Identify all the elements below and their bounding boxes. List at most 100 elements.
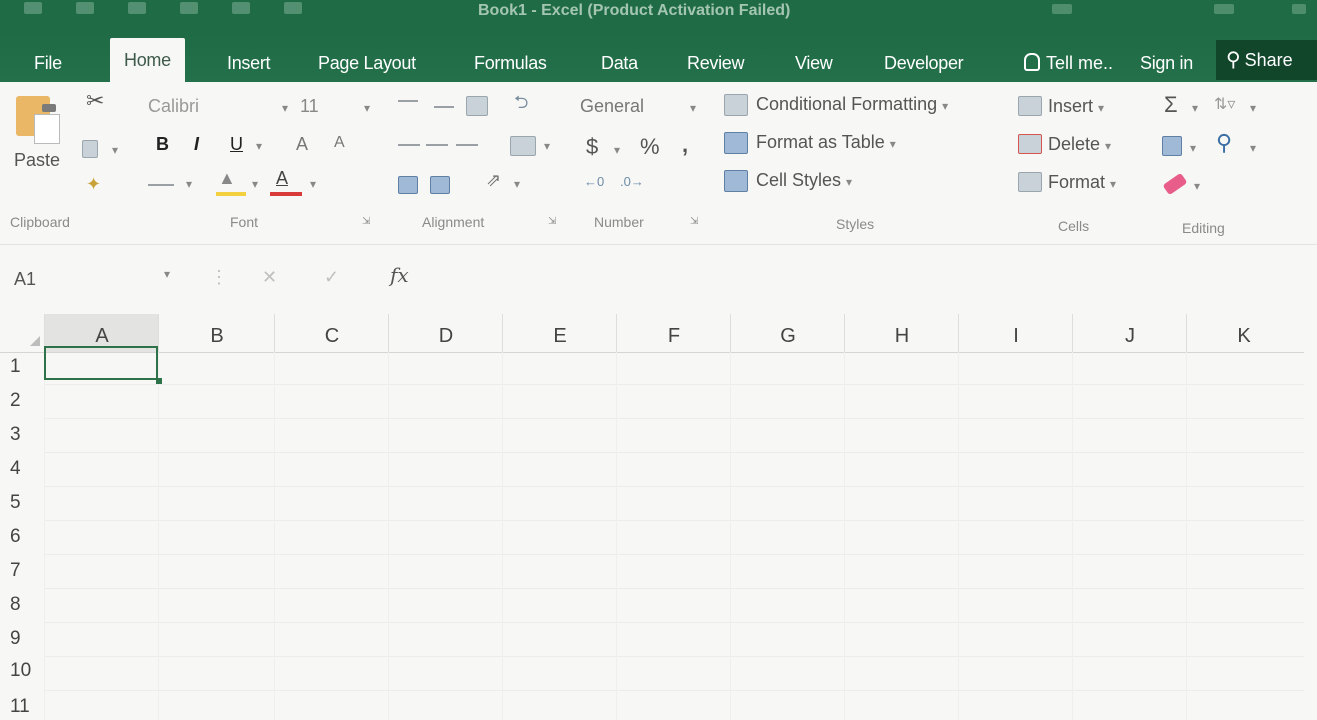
increase-decimal-icon[interactable]: ←0 — [584, 174, 604, 189]
tab-page-layout[interactable]: Page Layout — [318, 48, 416, 82]
tab-file[interactable]: File — [34, 48, 62, 82]
row-header-7[interactable]: 7 — [0, 554, 40, 588]
share-button[interactable]: ⚲ Share — [1216, 40, 1317, 80]
percent-button[interactable]: % — [640, 134, 660, 160]
align-right-icon[interactable] — [456, 144, 478, 146]
find-select-dropdown-icon[interactable]: ▾ — [1250, 136, 1256, 157]
row-header-3[interactable]: 3 — [0, 418, 40, 452]
row-header-9[interactable]: 9 — [0, 622, 40, 656]
table-icon[interactable] — [284, 2, 302, 14]
fill-handle[interactable] — [156, 378, 162, 384]
row-header-10[interactable]: 10 — [0, 654, 40, 688]
font-size-box[interactable]: 11 — [300, 96, 319, 117]
clear-eraser-icon[interactable] — [1162, 172, 1188, 196]
underline-dropdown-icon[interactable]: ▾ — [256, 134, 262, 155]
quick-access-customize-icon[interactable] — [180, 2, 198, 14]
active-cell-a1[interactable] — [44, 346, 158, 380]
sort-filter-dropdown-icon[interactable]: ▾ — [1250, 96, 1256, 117]
merge-center-icon[interactable] — [510, 136, 536, 156]
insert-function-button[interactable]: fx — [390, 263, 409, 287]
sign-in-link[interactable]: Sign in — [1140, 48, 1193, 82]
comma-button[interactable]: , — [682, 132, 688, 158]
tab-formulas[interactable]: Formulas — [474, 48, 547, 82]
form-icon[interactable] — [232, 2, 250, 14]
minimize-icon[interactable] — [1214, 4, 1234, 14]
font-size-dropdown-icon[interactable]: ▾ — [364, 96, 370, 117]
row-header-6[interactable]: 6 — [0, 520, 40, 554]
font-color-dropdown-icon[interactable]: ▾ — [310, 172, 316, 193]
decrease-indent-icon[interactable] — [398, 176, 418, 194]
name-box[interactable]: A1 — [14, 269, 36, 290]
tab-home[interactable]: Home — [110, 38, 185, 82]
undo-icon[interactable] — [76, 2, 94, 14]
number-format-box[interactable]: General — [580, 96, 644, 117]
increase-font-size-button[interactable]: A — [296, 134, 308, 155]
increase-indent-icon[interactable] — [430, 176, 450, 194]
orientation-icon[interactable]: ⇗ — [486, 170, 501, 191]
middle-align-icon[interactable] — [434, 106, 454, 108]
fill-icon[interactable] — [1162, 136, 1182, 156]
confirm-entry-icon[interactable]: ✓ — [324, 267, 339, 288]
orientation-dropdown-icon[interactable]: ▾ — [514, 172, 520, 193]
font-color-button[interactable]: A — [276, 168, 288, 189]
tab-review[interactable]: Review — [687, 48, 745, 82]
cell-styles-button[interactable]: Cell Styles ▾ — [756, 170, 852, 191]
decrease-decimal-icon[interactable]: .0→ — [620, 174, 644, 189]
save-icon[interactable] — [24, 2, 42, 14]
borders-dropdown-icon[interactable]: ▾ — [186, 172, 192, 193]
ribbon-display-options-icon[interactable] — [1052, 4, 1072, 14]
bottom-align-icon[interactable] — [466, 96, 488, 116]
borders-icon[interactable] — [148, 184, 174, 186]
format-as-table-button[interactable]: Format as Table ▾ — [756, 132, 896, 153]
sort-filter-icon[interactable]: ⇅▿ — [1214, 94, 1235, 114]
italic-button[interactable]: I — [194, 134, 199, 155]
formula-input[interactable] — [430, 263, 1290, 289]
conditional-formatting-button[interactable]: Conditional Formatting ▾ — [756, 94, 948, 115]
tell-me-box[interactable]: Tell me.. — [1024, 48, 1113, 78]
fill-dropdown-icon[interactable]: ▾ — [1190, 136, 1196, 157]
wrap-text-icon[interactable]: ⮌ — [514, 90, 528, 120]
align-left-icon[interactable] — [398, 144, 420, 146]
autosum-dropdown-icon[interactable]: ▾ — [1192, 96, 1198, 117]
alignment-dialog-launcher-icon[interactable]: ⇲ — [548, 216, 556, 227]
copy-dropdown-icon[interactable]: ▾ — [112, 138, 118, 159]
currency-button[interactable]: $ — [586, 134, 598, 160]
clear-dropdown-icon[interactable]: ▾ — [1194, 174, 1200, 195]
cut-icon[interactable]: ✂ — [86, 88, 104, 114]
decrease-font-size-button[interactable]: A — [334, 134, 345, 152]
underline-button[interactable]: U — [230, 134, 243, 155]
worksheet-grid[interactable]: A B C D E F G H I J K 1 2 3 4 5 6 7 8 9 … — [0, 314, 1317, 720]
paste-button[interactable]: Paste — [14, 150, 60, 171]
insert-cells-button[interactable]: Insert ▾ — [1048, 96, 1104, 117]
merge-center-dropdown-icon[interactable]: ▾ — [544, 134, 550, 155]
top-align-icon[interactable] — [398, 100, 418, 102]
tab-view[interactable]: View — [795, 48, 833, 82]
row-header-5[interactable]: 5 — [0, 486, 40, 520]
row-header-2[interactable]: 2 — [0, 384, 40, 418]
cancel-entry-icon[interactable]: ✕ — [262, 267, 277, 288]
row-header-11[interactable]: 11 — [0, 690, 40, 720]
fill-color-icon[interactable]: ▲ — [218, 168, 236, 189]
format-cells-button[interactable]: Format ▾ — [1048, 172, 1116, 193]
tab-insert[interactable]: Insert — [227, 48, 271, 82]
tab-data[interactable]: Data — [601, 48, 638, 82]
number-dialog-launcher-icon[interactable]: ⇲ — [690, 216, 698, 227]
row-header-1[interactable]: 1 — [0, 350, 40, 384]
find-select-icon[interactable]: ⚲ — [1216, 130, 1232, 156]
row-header-8[interactable]: 8 — [0, 588, 40, 622]
name-box-dropdown-icon[interactable]: ▾ — [164, 267, 170, 281]
copy-icon[interactable] — [82, 140, 98, 158]
font-name-box[interactable]: Calibri — [148, 96, 199, 117]
bold-button[interactable]: B — [156, 134, 169, 155]
font-dialog-launcher-icon[interactable]: ⇲ — [362, 216, 370, 227]
format-painter-icon[interactable]: ✦ — [86, 174, 101, 195]
redo-icon[interactable] — [128, 2, 146, 14]
delete-cells-button[interactable]: Delete ▾ — [1048, 134, 1111, 155]
fill-color-dropdown-icon[interactable]: ▾ — [252, 172, 258, 193]
maximize-icon[interactable] — [1292, 4, 1306, 14]
tab-developer[interactable]: Developer — [884, 48, 964, 82]
align-center-icon[interactable] — [426, 144, 448, 146]
paste-icon[interactable] — [16, 96, 60, 144]
currency-dropdown-icon[interactable]: ▾ — [614, 138, 620, 159]
autosum-button[interactable]: Σ — [1164, 92, 1178, 118]
